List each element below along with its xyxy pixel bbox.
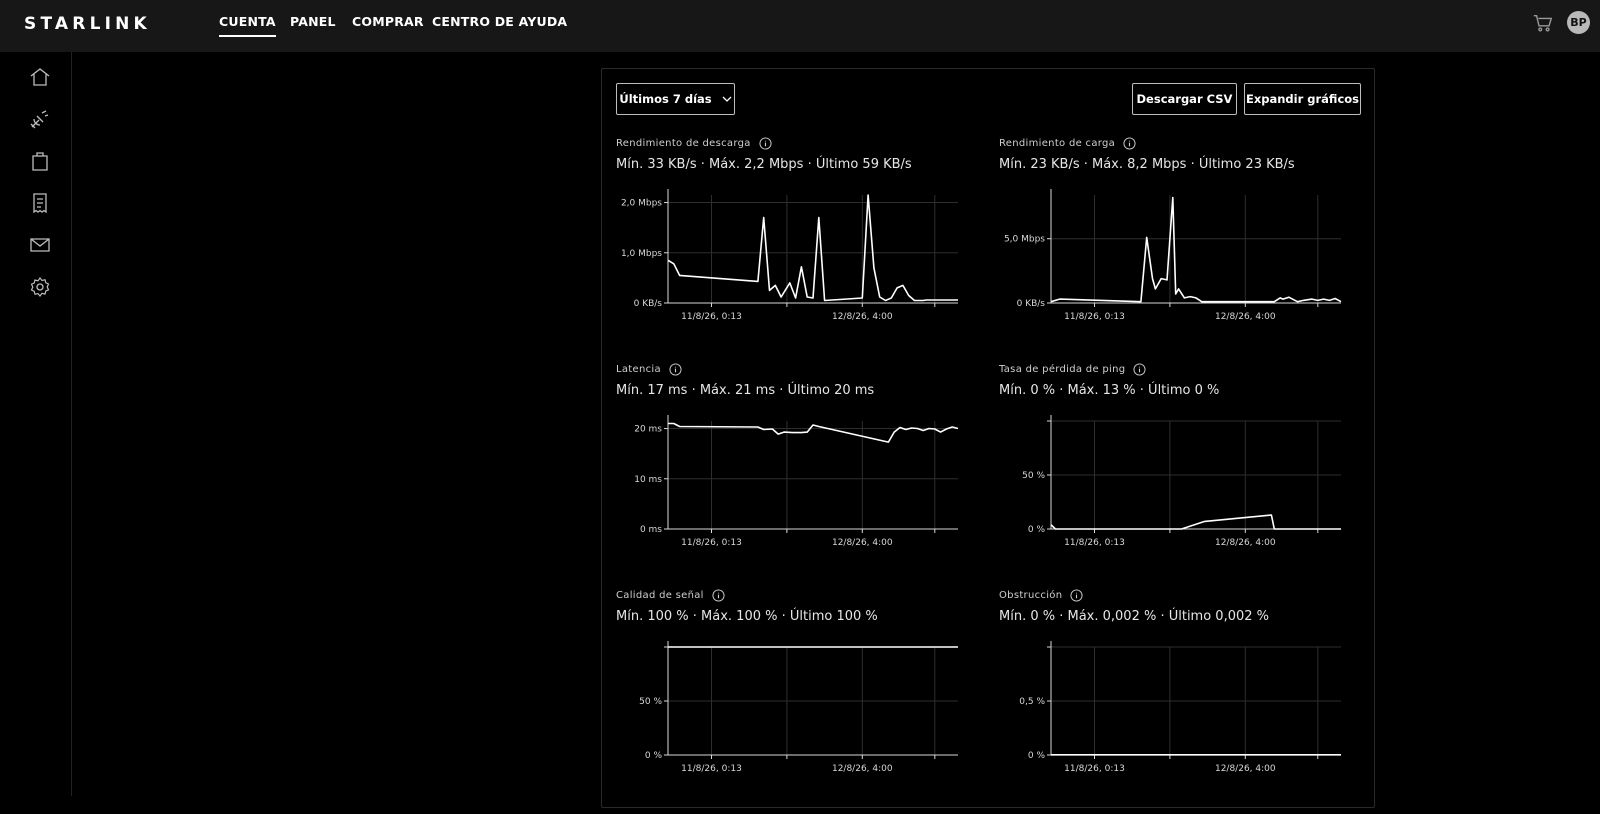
x-tick-label: 12/8/26, 4:00 (832, 538, 893, 548)
chart-stats: Mín. 23 KB/s · Máx. 8,2 Mbps · Último 23… (999, 157, 1295, 172)
info-icon[interactable] (1070, 589, 1083, 602)
y-tick-label: 10 ms (634, 475, 662, 485)
expand-charts-button[interactable]: Expandir gráficos (1244, 83, 1361, 115)
x-tick-label: 11/8/26, 0:13 (1064, 538, 1125, 548)
expand-charts-label: Expandir gráficos (1245, 92, 1360, 106)
y-tick-label: 50 % (1022, 471, 1045, 481)
x-tick-label: 12/8/26, 4:00 (832, 312, 893, 322)
y-tick-label: 0 KB/s (634, 299, 663, 309)
nav-panel[interactable]: PANEL (290, 14, 336, 35)
y-tick-label: 2,0 Mbps (621, 199, 662, 209)
info-icon[interactable] (1133, 363, 1146, 376)
chart-title: Obstrucción (999, 590, 1063, 601)
x-tick-label: 12/8/26, 4:00 (1215, 764, 1276, 774)
mail-icon[interactable] (28, 233, 52, 257)
chart-stats: Mín. 17 ms · Máx. 21 ms · Último 20 ms (616, 383, 875, 398)
download-throughput-chart: 0 KB/s 1,0 Mbps 2,0 Mbps 11/8/26, 0:13 12/8/… (621, 189, 958, 322)
y-tick-label: 0 KB/s (1017, 299, 1046, 309)
chart-download-throughput: Rendimiento de descarga Mín. 33 KB/s · M… (616, 137, 976, 362)
download-csv-label: Descargar CSV (1136, 92, 1233, 106)
y-tick-label: 5,0 Mbps (1004, 235, 1045, 245)
x-tick-label: 11/8/26, 0:13 (1064, 312, 1125, 322)
chart-latency: Latencia Mín. 17 ms · Máx. 21 ms · Últim… (616, 363, 976, 588)
cart-icon[interactable] (1532, 12, 1554, 34)
latency-chart: 0 ms 10 ms 20 ms 11/8/26, 0:13 12/8/26, 4:00 (634, 415, 959, 548)
time-range-label: Últimos 7 días (619, 92, 712, 106)
chart-ping-loss: Tasa de pérdida de ping Mín. 0 % · Máx. … (999, 363, 1359, 588)
chart-stats: Mín. 33 KB/s · Máx. 2,2 Mbps · Último 59… (616, 157, 912, 172)
statistics-panel: Últimos 7 días Descargar CSV Expandir gr… (601, 68, 1375, 808)
info-icon[interactable] (712, 589, 725, 602)
y-tick-label: 0 ms (640, 525, 662, 535)
y-tick-label: 20 ms (634, 425, 662, 435)
time-range-select[interactable]: Últimos 7 días (616, 83, 735, 115)
info-icon[interactable] (669, 363, 682, 376)
x-tick-label: 11/8/26, 0:13 (681, 312, 742, 322)
x-tick-label: 12/8/26, 4:00 (832, 764, 893, 774)
y-tick-label: 0 % (1028, 525, 1046, 535)
shopping-bag-icon[interactable] (28, 149, 52, 173)
y-tick-label: 50 % (639, 697, 662, 707)
x-tick-label: 12/8/26, 4:00 (1215, 538, 1276, 548)
x-tick-label: 11/8/26, 0:13 (681, 538, 742, 548)
chart-signal-quality: Calidad de señal Mín. 100 % · Máx. 100 %… (616, 589, 976, 814)
chart-title: Calidad de señal (616, 590, 704, 601)
nav-comprar[interactable]: COMPRAR (352, 14, 424, 35)
signal-quality-chart: 0 % 50 % 11/8/26, 0:13 12/8/26, 4:00 (639, 641, 958, 774)
download-csv-button[interactable]: Descargar CSV (1132, 83, 1237, 115)
chart-upload-throughput: Rendimiento de carga Mín. 23 KB/s · Máx.… (999, 137, 1359, 362)
user-avatar[interactable]: BP (1567, 11, 1590, 34)
nav-centro-de-ayuda[interactable]: CENTRO DE AYUDA (432, 14, 567, 35)
x-tick-label: 11/8/26, 0:13 (1064, 764, 1125, 774)
y-tick-label: 0,5 % (1019, 697, 1045, 707)
top-navigation-bar: STARLINK CUENTA PANEL COMPRAR CENTRO DE … (0, 0, 1600, 52)
chart-title: Tasa de pérdida de ping (999, 364, 1126, 375)
sidebar (0, 52, 72, 796)
x-tick-label: 11/8/26, 0:13 (681, 764, 742, 774)
home-icon[interactable] (28, 65, 52, 89)
receipt-icon[interactable] (28, 191, 52, 215)
upload-throughput-chart: 0 KB/s 5,0 Mbps 11/8/26, 0:13 12/8/26, 4:00 (1004, 189, 1342, 322)
chart-title: Rendimiento de carga (999, 138, 1116, 149)
ping-loss-chart: 0 % 50 % 11/8/26, 0:13 12/8/26, 4:00 (1022, 415, 1341, 548)
chart-stats: Mín. 0 % · Máx. 0,002 % · Último 0,002 % (999, 609, 1270, 624)
info-icon[interactable] (759, 137, 772, 150)
chart-title: Latencia (616, 364, 661, 375)
nav-cuenta[interactable]: CUENTA (219, 14, 276, 37)
x-tick-label: 12/8/26, 4:00 (1215, 312, 1276, 322)
chevron-down-icon (722, 96, 732, 102)
chart-stats: Mín. 100 % · Máx. 100 % · Último 100 % (616, 609, 878, 624)
chart-title: Rendimiento de descarga (616, 138, 751, 149)
y-tick-label: 0 % (645, 751, 663, 761)
obstruction-chart: 0 % 0,5 % 11/8/26, 0:13 12/8/26, 4:00 (1019, 641, 1341, 774)
y-tick-label: 0 % (1028, 751, 1046, 761)
satellite-dish-icon[interactable] (28, 107, 52, 131)
settings-gear-icon[interactable] (28, 275, 52, 299)
starlink-logo[interactable]: STARLINK (24, 14, 151, 34)
chart-stats: Mín. 0 % · Máx. 13 % · Último 0 % (999, 383, 1220, 398)
info-icon[interactable] (1123, 137, 1136, 150)
chart-obstruction: Obstrucción Mín. 0 % · Máx. 0,002 % · Úl… (999, 589, 1359, 814)
y-tick-label: 1,0 Mbps (621, 249, 662, 259)
